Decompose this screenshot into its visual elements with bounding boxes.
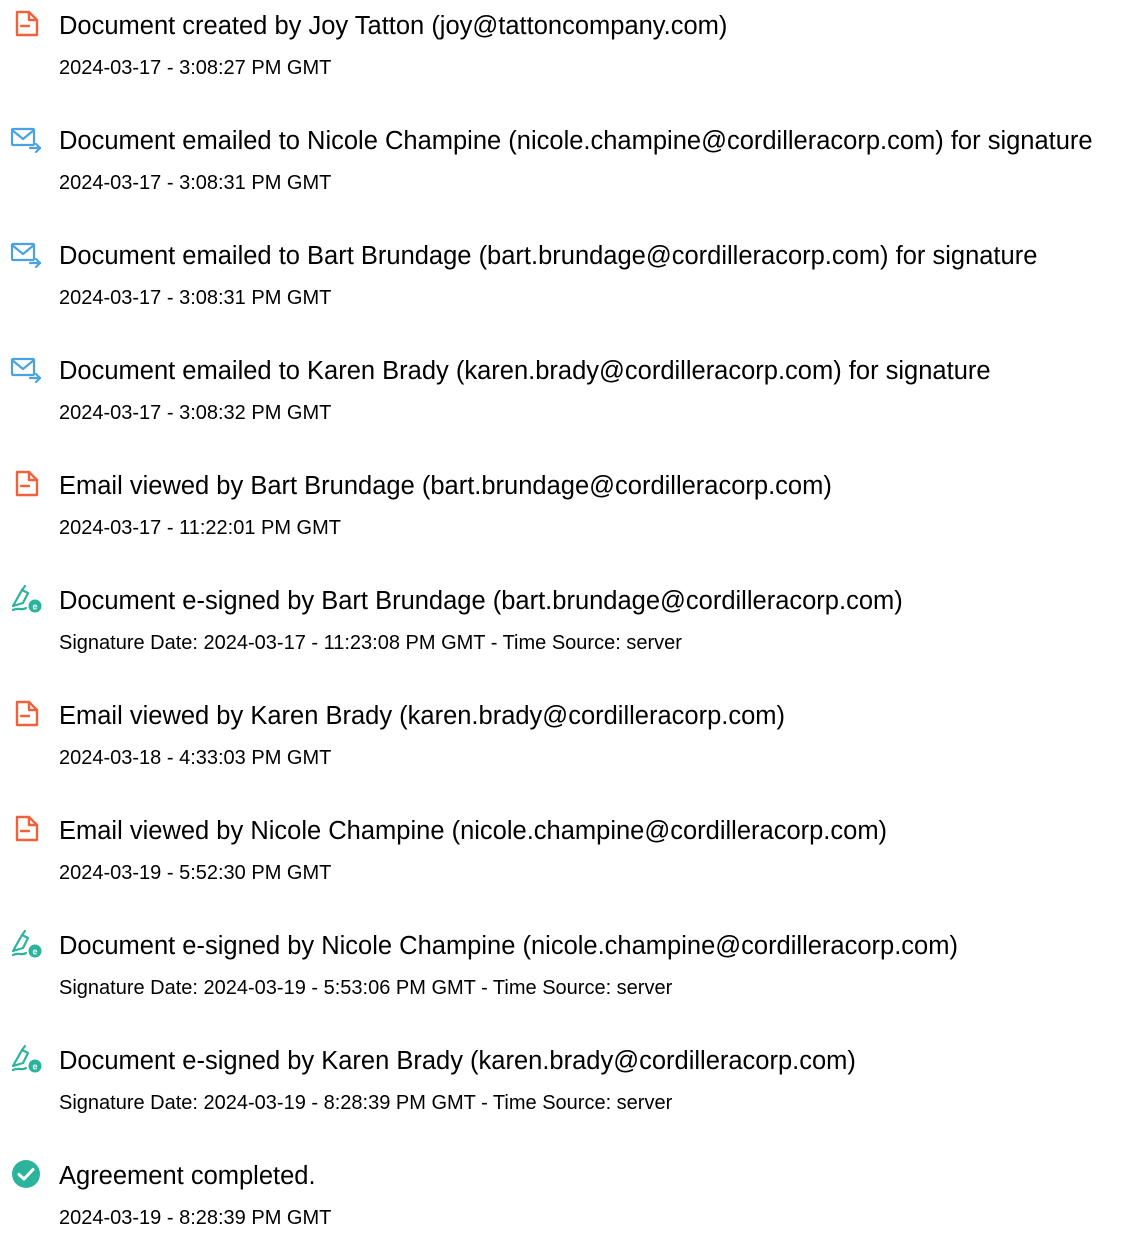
- svg-text:e: e: [32, 1062, 37, 1072]
- event-timestamp: Signature Date: 2024-03-19 - 5:53:06 PM …: [59, 977, 673, 999]
- event-title: Email viewed by Nicole Champine (nicole.…: [59, 817, 888, 845]
- event-title: Document emailed to Nicole Champine (nic…: [59, 127, 1093, 155]
- event-timestamp: 2024-03-17 - 3:08:32 PM GMT: [59, 402, 332, 424]
- audit-event: Document emailed to Nicole Champine (nic…: [0, 115, 1144, 215]
- event-title: Email viewed by Bart Brundage (bart.brun…: [59, 472, 832, 500]
- audit-event: Email viewed by Karen Brady (karen.brady…: [0, 690, 1144, 790]
- event-title: Document emailed to Bart Brundage (bart.…: [59, 242, 1038, 270]
- email-sent-icon: [10, 238, 42, 270]
- event-title: Document e-signed by Nicole Champine (ni…: [59, 932, 958, 960]
- e-sign-pen-icon: e: [10, 583, 42, 615]
- event-title: Document created by Joy Tatton (joy@tatt…: [59, 12, 728, 40]
- audit-event: Email viewed by Nicole Champine (nicole.…: [0, 805, 1144, 905]
- event-timestamp: Signature Date: 2024-03-19 - 8:28:39 PM …: [59, 1092, 673, 1114]
- event-timestamp: 2024-03-18 - 4:33:03 PM GMT: [59, 747, 332, 769]
- event-title: Agreement completed.: [59, 1162, 316, 1190]
- event-timestamp: 2024-03-17 - 3:08:31 PM GMT: [59, 172, 332, 194]
- audit-event: Email viewed by Bart Brundage (bart.brun…: [0, 460, 1144, 560]
- audit-event: e Document e-signed by Nicole Champine (…: [0, 920, 1144, 1020]
- svg-text:e: e: [32, 947, 37, 957]
- pdf-document-icon: [10, 698, 42, 730]
- event-title: Email viewed by Karen Brady (karen.brady…: [59, 702, 786, 730]
- event-title: Document e-signed by Bart Brundage (bart…: [59, 587, 903, 615]
- event-title: Document emailed to Karen Brady (karen.b…: [59, 357, 991, 385]
- event-timestamp: 2024-03-17 - 3:08:27 PM GMT: [59, 57, 332, 79]
- event-timestamp: 2024-03-19 - 8:28:39 PM GMT: [59, 1207, 332, 1229]
- event-timestamp: Signature Date: 2024-03-17 - 11:23:08 PM…: [59, 632, 682, 654]
- event-timestamp: 2024-03-17 - 3:08:31 PM GMT: [59, 287, 332, 309]
- audit-event: Document emailed to Karen Brady (karen.b…: [0, 345, 1144, 445]
- pdf-document-icon: [10, 813, 42, 845]
- audit-event: Document created by Joy Tatton (joy@tatt…: [0, 0, 1144, 100]
- audit-event: e Document e-signed by Karen Brady (kare…: [0, 1035, 1144, 1135]
- event-title: Document e-signed by Karen Brady (karen.…: [59, 1047, 856, 1075]
- audit-event: e Document e-signed by Bart Brundage (ba…: [0, 575, 1144, 675]
- email-sent-icon: [10, 123, 42, 155]
- event-timestamp: 2024-03-17 - 11:22:01 PM GMT: [59, 517, 341, 539]
- e-sign-pen-icon: e: [10, 1043, 42, 1075]
- check-circle-icon: [10, 1158, 42, 1190]
- e-sign-pen-icon: e: [10, 928, 42, 960]
- email-sent-icon: [10, 353, 42, 385]
- pdf-document-icon: [10, 8, 42, 40]
- svg-text:e: e: [32, 602, 37, 612]
- audit-event: Agreement completed. 2024-03-19 - 8:28:3…: [0, 1150, 1144, 1250]
- event-timestamp: 2024-03-19 - 5:52:30 PM GMT: [59, 862, 332, 884]
- audit-event: Document emailed to Bart Brundage (bart.…: [0, 230, 1144, 330]
- pdf-document-icon: [10, 468, 42, 500]
